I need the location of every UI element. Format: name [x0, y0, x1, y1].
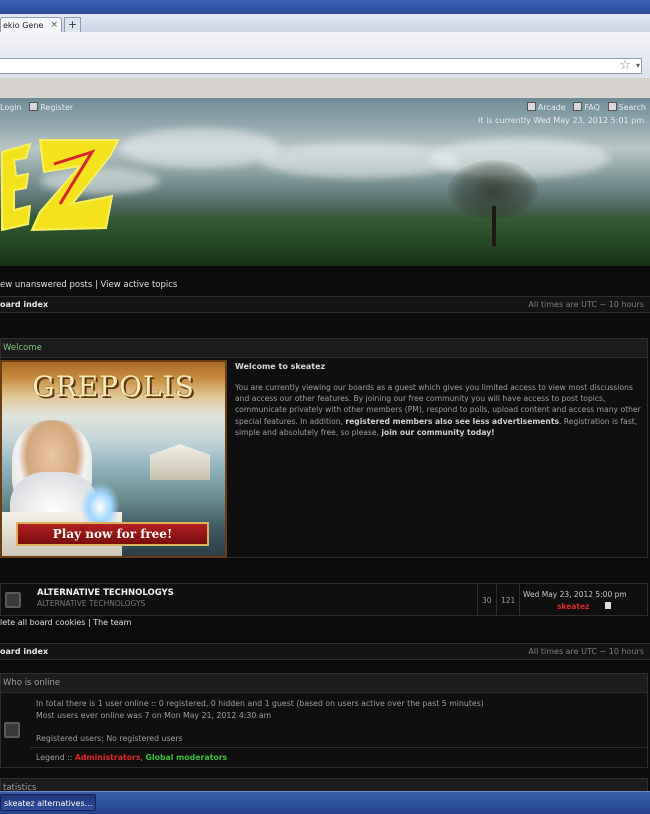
footer-links[interactable]: lete all board cookies | The team [0, 618, 131, 627]
play-now-button[interactable]: Play now for free! [16, 522, 209, 546]
taskbar: skeatez alternatives... [0, 791, 650, 814]
forum-folder-icon [5, 592, 21, 608]
online-record: Most users ever online was 7 on Mon May … [36, 711, 272, 720]
last-post-date: Wed May 23, 2012 5:00 pm [523, 590, 627, 599]
register-link[interactable]: Register [40, 103, 73, 112]
forum-topics-count: 30 [482, 596, 492, 605]
navbar-index-bottom: oard index All times are UTC − 10 hours [0, 643, 650, 660]
view-latest-post-icon[interactable] [605, 602, 611, 609]
view-links[interactable]: ew unanswered posts | View active topics [0, 280, 177, 290]
dropdown-arrow-icon[interactable]: ▾ [636, 61, 640, 70]
forum-description: ALTERNATIVE TECHNOLOGYS [37, 599, 146, 608]
forum-title[interactable]: ALTERNATIVE TECHNOLOGYS [37, 588, 174, 598]
window-title-bar [0, 0, 650, 14]
legend-global-moderators[interactable]: Global moderators [146, 753, 228, 762]
search-icon [607, 102, 617, 111]
welcome-heading: Welcome [1, 339, 647, 358]
registered-users: Registered users: No registered users [36, 734, 183, 743]
timezone-text: All times are UTC − 10 hours [528, 300, 644, 309]
tab-title: ekio Gene [3, 21, 44, 30]
legend: Legend :: Administrators, Global moderat… [36, 753, 227, 762]
who-is-online-heading: Who is online [1, 674, 647, 693]
welcome-text-bold1: registered members also see less adverti… [345, 416, 559, 426]
faq-icon [573, 102, 583, 111]
address-bar[interactable]: ☆ ▾ [0, 58, 642, 74]
join-link[interactable]: join our community today! [381, 428, 494, 437]
arcade-link[interactable]: Arcade [538, 103, 566, 112]
board-index-link[interactable]: oard index [0, 297, 48, 312]
ad-title: GREPOLIS [32, 370, 195, 403]
forum-row[interactable]: ALTERNATIVE TECHNOLOGYS ALTERNATIVE TECH… [0, 583, 648, 616]
timezone-text-bottom: All times are UTC − 10 hours [528, 647, 644, 656]
forum-posts-count: 121 [501, 596, 516, 605]
current-time: It is currently Wed May 23, 2012 5:01 pm [478, 116, 644, 125]
grepolis-ad-banner[interactable]: GREPOLIS Play now for free! [0, 360, 227, 558]
welcome-text: You are currently viewing our boards as … [235, 382, 645, 438]
site-logo[interactable] [0, 132, 125, 232]
login-link[interactable]: Login [0, 103, 22, 112]
online-total: In total there is 1 user online :: 0 reg… [36, 699, 484, 708]
navbar-index: oard index All times are UTC − 10 hours [0, 296, 650, 313]
bookmarks-toolbar [0, 78, 650, 99]
header-links-right: Arcade FAQ Search [526, 102, 646, 112]
legend-administrators[interactable]: Administrators [75, 753, 141, 762]
legend-label: Legend :: [36, 753, 75, 762]
arcade-icon [526, 102, 536, 111]
register-icon [29, 102, 39, 111]
temple-image [150, 444, 210, 480]
close-icon[interactable]: × [50, 18, 58, 32]
board-index-link-bottom[interactable]: oard index [0, 644, 48, 659]
last-post-user[interactable]: skeatez [557, 602, 589, 611]
faq-link[interactable]: FAQ [584, 103, 600, 112]
welcome-title: Welcome to skeatez [235, 362, 326, 371]
bookmark-star-icon[interactable]: ☆ [619, 58, 631, 73]
tab-strip [0, 14, 650, 33]
browser-tab[interactable]: ekio Gene × [0, 17, 62, 32]
online-users-icon [4, 722, 20, 738]
search-link[interactable]: Search [619, 103, 646, 112]
forum-header-banner: Login Register Arcade FAQ Search It is c… [0, 98, 650, 266]
header-links-left: Login Register [0, 102, 73, 112]
new-tab-button[interactable]: + [64, 17, 81, 32]
taskbar-button[interactable]: skeatez alternatives... [0, 794, 96, 811]
